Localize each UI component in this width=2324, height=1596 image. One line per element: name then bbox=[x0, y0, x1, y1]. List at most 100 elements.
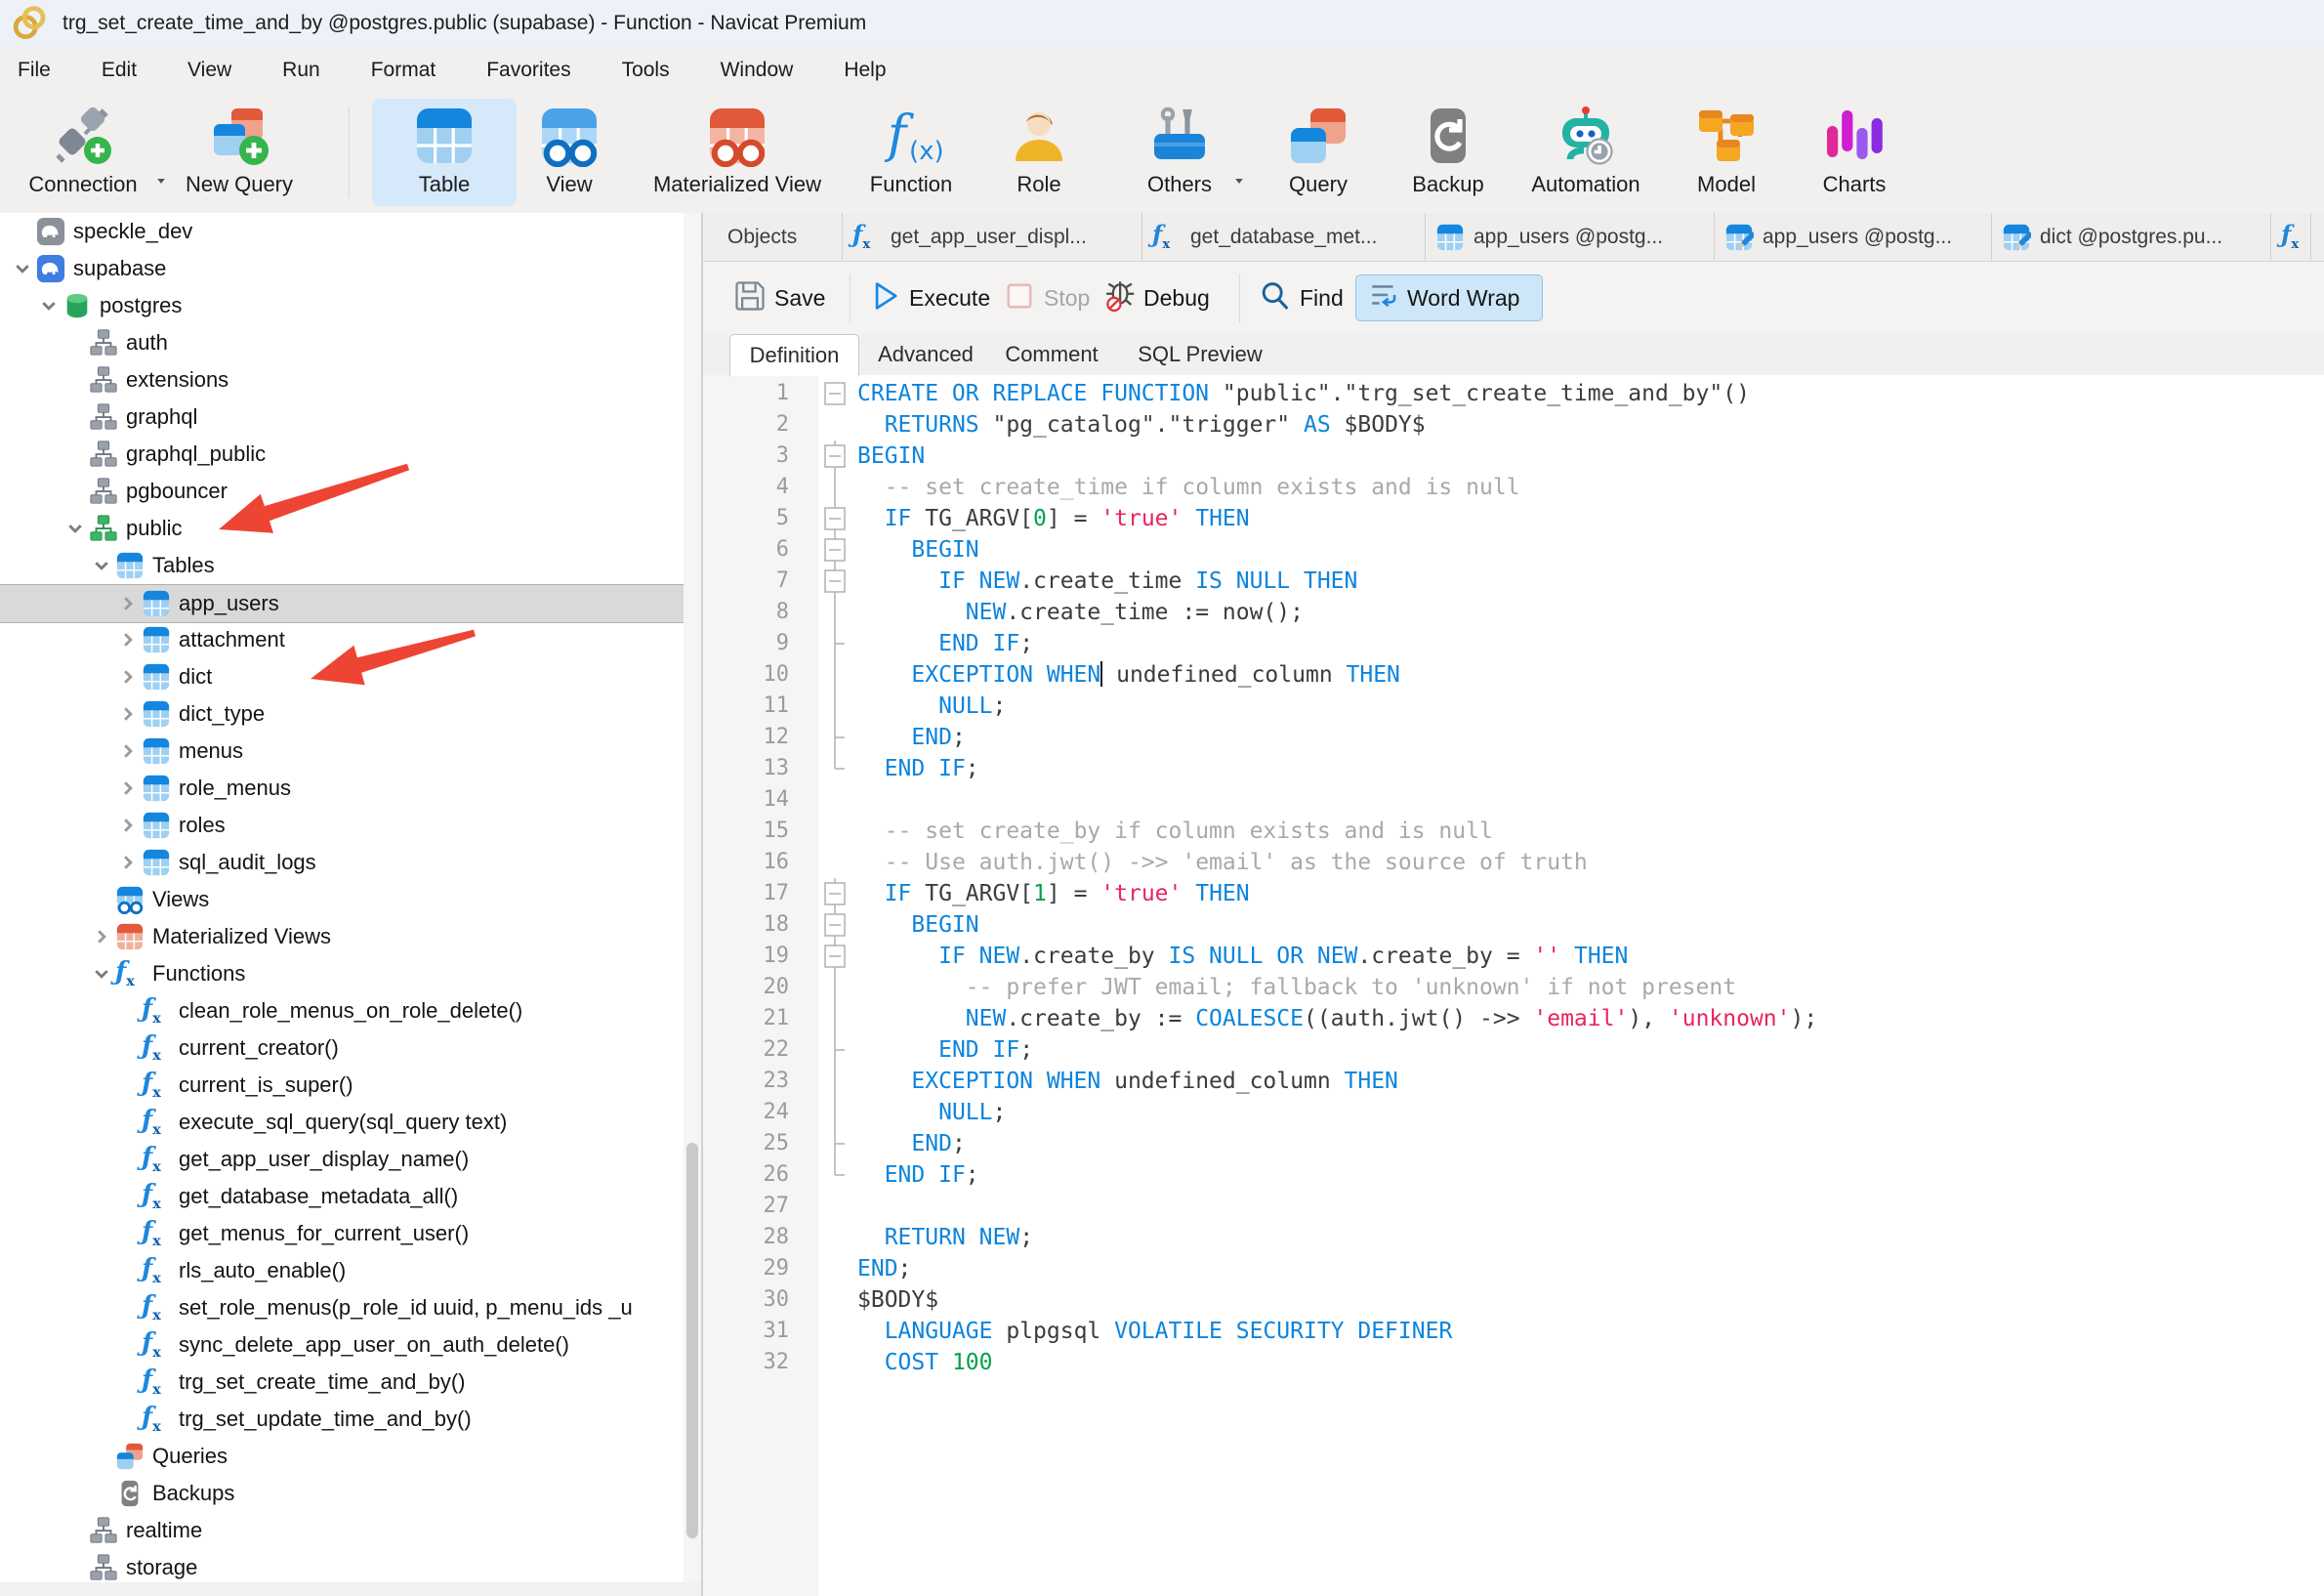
toolbar-automation-button[interactable]: Automation bbox=[1508, 99, 1664, 206]
sidebar-item-public[interactable]: public bbox=[0, 510, 701, 547]
sidebar-item-sql_audit_logs[interactable]: sql_audit_logs bbox=[0, 844, 701, 881]
code-line-8[interactable]: 8 NEW.create_time := now(); bbox=[703, 597, 2324, 628]
sidebar-item-extensions[interactable]: extensions bbox=[0, 361, 701, 399]
sidebar-item-menus[interactable]: menus bbox=[0, 733, 701, 770]
sidebar-item-storage[interactable]: storage bbox=[0, 1549, 701, 1586]
object-tab-5[interactable]: dict @postgres.pu... bbox=[1992, 213, 2271, 261]
chevron-down-icon[interactable] bbox=[92, 964, 111, 984]
chevron-right-icon[interactable] bbox=[118, 630, 138, 650]
code-line-5[interactable]: 5 IF TG_ARGV[0] = 'true' THEN bbox=[703, 503, 2324, 534]
sidebar-item-graphql[interactable]: graphql bbox=[0, 399, 701, 436]
menu-help[interactable]: Help bbox=[818, 47, 911, 93]
sidebar-vertical-scrollbar[interactable] bbox=[684, 213, 701, 1582]
sidebar-item-trg_set_update_time_and_by[interactable]: ƒxtrg_set_update_time_and_by() bbox=[0, 1401, 701, 1438]
tab-sql-preview[interactable]: SQL Preview bbox=[1121, 334, 1279, 375]
chevron-right-icon[interactable] bbox=[92, 927, 111, 946]
sidebar-item-materializedviews[interactable]: Materialized Views bbox=[0, 918, 701, 955]
menu-format[interactable]: Format bbox=[346, 47, 462, 93]
sidebar-item-speckle_dev[interactable]: speckle_dev bbox=[0, 213, 701, 250]
code-line-32[interactable]: 32 COST 100 bbox=[703, 1347, 2324, 1378]
code-line-4[interactable]: 4 -- set create_time if column exists an… bbox=[703, 472, 2324, 503]
object-tab-1[interactable]: ƒxget_app_user_displ... bbox=[843, 213, 1142, 261]
tab-comment[interactable]: Comment bbox=[990, 334, 1113, 375]
debug-button[interactable]: Debug bbox=[1101, 262, 1210, 334]
sidebar-item-execute_sql_querysql_querytext[interactable]: ƒxexecute_sql_query(sql_query text) bbox=[0, 1104, 701, 1141]
menu-file[interactable]: File bbox=[0, 47, 76, 93]
toolbar-function-button[interactable]: f(x)Function bbox=[838, 99, 984, 206]
sidebar-item-pgbouncer[interactable]: pgbouncer bbox=[0, 473, 701, 510]
sidebar-item-current_creator[interactable]: ƒxcurrent_creator() bbox=[0, 1029, 701, 1067]
code-line-29[interactable]: 29END; bbox=[703, 1253, 2324, 1284]
sidebar-item-attachment[interactable]: attachment bbox=[0, 621, 701, 658]
sidebar-item-roles[interactable]: roles bbox=[0, 807, 701, 844]
menu-window[interactable]: Window bbox=[695, 47, 819, 93]
menu-edit[interactable]: Edit bbox=[76, 47, 162, 93]
dropdown-caret-icon[interactable] bbox=[1235, 179, 1243, 184]
scrollbar-thumb[interactable] bbox=[686, 1143, 698, 1538]
sidebar-item-views[interactable]: Views bbox=[0, 881, 701, 918]
sidebar-item-set_role_menusp_role_iduuidp_menu_ids_u[interactable]: ƒxset_role_menus(p_role_id uuid, p_menu_… bbox=[0, 1289, 701, 1326]
find-button[interactable]: Find bbox=[1258, 262, 1344, 334]
sidebar-item-sync_delete_app_user_on_auth_delete[interactable]: ƒxsync_delete_app_user_on_auth_delete() bbox=[0, 1326, 701, 1364]
save-button[interactable]: Save bbox=[732, 262, 825, 334]
chevron-right-icon[interactable] bbox=[118, 667, 138, 687]
code-line-31[interactable]: 31 LANGUAGE plpgsql VOLATILE SECURITY DE… bbox=[703, 1316, 2324, 1347]
chevron-right-icon[interactable] bbox=[118, 853, 138, 872]
sidebar-item-dict_type[interactable]: dict_type bbox=[0, 695, 701, 733]
fold-marker[interactable] bbox=[822, 534, 848, 566]
code-line-6[interactable]: 6 BEGIN bbox=[703, 534, 2324, 566]
fold-marker[interactable] bbox=[822, 378, 848, 409]
fold-marker[interactable] bbox=[822, 566, 848, 597]
sidebar-item-tables[interactable]: Tables bbox=[0, 547, 701, 584]
tab-advanced[interactable]: Advanced bbox=[865, 334, 986, 375]
sidebar-horizontal-scrollbar[interactable] bbox=[0, 1582, 701, 1596]
toolbar-view-button[interactable]: View bbox=[519, 99, 620, 206]
sidebar-item-graphql_public[interactable]: graphql_public bbox=[0, 436, 701, 473]
chevron-down-icon[interactable] bbox=[92, 556, 111, 575]
code-line-30[interactable]: 30$BODY$ bbox=[703, 1284, 2324, 1316]
sidebar-item-postgres[interactable]: postgres bbox=[0, 287, 701, 324]
object-tab-3[interactable]: app_users @postg... bbox=[1426, 213, 1715, 261]
sidebar-item-app_users[interactable]: app_users bbox=[0, 584, 701, 623]
sidebar-item-trg_set_create_time_and_by[interactable]: ƒxtrg_set_create_time_and_by() bbox=[0, 1364, 701, 1401]
menu-tools[interactable]: Tools bbox=[597, 47, 695, 93]
chevron-right-icon[interactable] bbox=[118, 778, 138, 798]
toolbar-backup-button[interactable]: Backup bbox=[1391, 99, 1505, 206]
code-line-24[interactable]: 24 NULL; bbox=[703, 1097, 2324, 1128]
toolbar-role-button[interactable]: Role bbox=[990, 99, 1088, 206]
fold-marker[interactable] bbox=[822, 941, 848, 972]
toolbar-others-button[interactable]: Others bbox=[1121, 99, 1238, 206]
fold-marker[interactable] bbox=[822, 441, 848, 472]
toolbar-connection-button[interactable]: Connection bbox=[0, 99, 166, 206]
code-line-20[interactable]: 20 -- prefer JWT email; fallback to 'unk… bbox=[703, 972, 2324, 1003]
sidebar-item-functions[interactable]: ƒxFunctions bbox=[0, 955, 701, 992]
code-line-11[interactable]: 11 NULL; bbox=[703, 691, 2324, 722]
fold-marker[interactable] bbox=[822, 878, 848, 909]
fold-marker[interactable] bbox=[822, 909, 848, 941]
dropdown-caret-icon[interactable] bbox=[157, 179, 165, 184]
code-line-7[interactable]: 7 IF NEW.create_time IS NULL THEN bbox=[703, 566, 2324, 597]
toolbar-materialized-view-button[interactable]: Materialized View bbox=[635, 99, 840, 206]
code-line-1[interactable]: 1CREATE OR REPLACE FUNCTION "public"."tr… bbox=[703, 378, 2324, 409]
toolbar-query-button[interactable]: Query bbox=[1265, 99, 1372, 206]
chevron-right-icon[interactable] bbox=[118, 741, 138, 761]
sidebar-item-realtime[interactable]: realtime bbox=[0, 1512, 701, 1549]
code-line-27[interactable]: 27 bbox=[703, 1191, 2324, 1222]
sidebar-item-role_menus[interactable]: role_menus bbox=[0, 770, 701, 807]
code-line-17[interactable]: 17 IF TG_ARGV[1] = 'true' THEN bbox=[703, 878, 2324, 909]
word-wrap-toggle[interactable]: Word Wrap bbox=[1355, 274, 1543, 321]
code-line-13[interactable]: 13 END IF; bbox=[703, 753, 2324, 784]
sidebar-item-get_menus_for_current_user[interactable]: ƒxget_menus_for_current_user() bbox=[0, 1215, 701, 1252]
toolbar-new-query-button[interactable]: New Query bbox=[166, 99, 312, 206]
code-line-3[interactable]: 3BEGIN bbox=[703, 441, 2324, 472]
code-line-28[interactable]: 28 RETURN NEW; bbox=[703, 1222, 2324, 1253]
code-line-12[interactable]: 12 END; bbox=[703, 722, 2324, 753]
menu-favorites[interactable]: Favorites bbox=[461, 47, 596, 93]
toolbar-model-button[interactable]: Model bbox=[1673, 99, 1780, 206]
menu-run[interactable]: Run bbox=[257, 47, 346, 93]
code-line-16[interactable]: 16 -- Use auth.jwt() ->> 'email' as the … bbox=[703, 847, 2324, 878]
menu-view[interactable]: View bbox=[162, 47, 257, 93]
code-line-2[interactable]: 2 RETURNS "pg_catalog"."trigger" AS $BOD… bbox=[703, 409, 2324, 441]
sidebar-item-supabase[interactable]: supabase bbox=[0, 250, 701, 287]
object-tab-objects[interactable]: Objects bbox=[718, 213, 843, 261]
